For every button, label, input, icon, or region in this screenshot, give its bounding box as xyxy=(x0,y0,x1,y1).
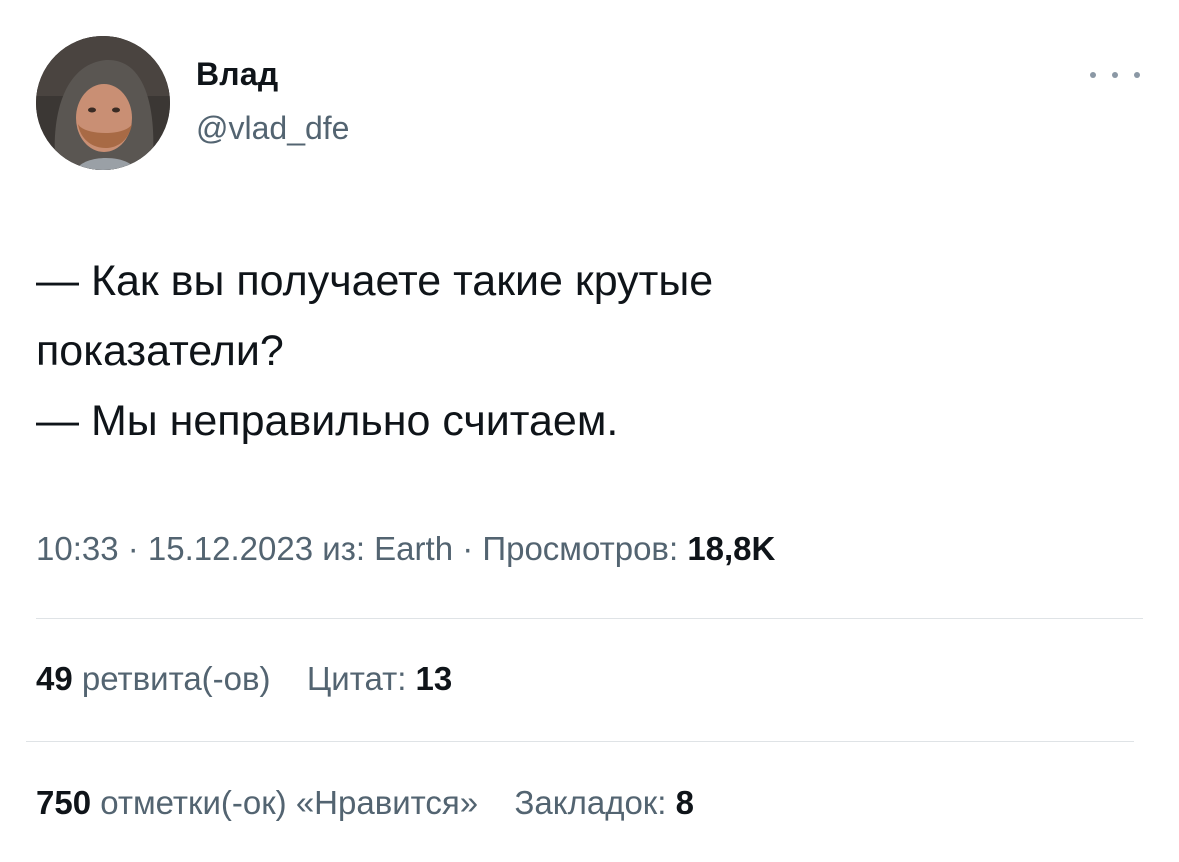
meta-separator: · xyxy=(118,530,148,567)
tweet-text-line: — Мы неправильно считаем. xyxy=(36,397,619,445)
bookmarks-label: Закладок: xyxy=(514,784,676,821)
retweets-count: 49 xyxy=(36,660,73,697)
quotes-count: 13 xyxy=(415,660,453,697)
tweet-date[interactable]: 15.12.2023 xyxy=(148,530,313,567)
views-count: 18,8K xyxy=(687,530,776,567)
source-prefix: из: xyxy=(313,530,375,567)
stats-row-likes: 750 отметки(-ок) «Нравится» Закладок: 8 xyxy=(36,784,694,822)
more-dot-icon xyxy=(1090,72,1096,78)
tweet-meta: 10:33 · 15.12.2023 из: Earth · Просмотро… xyxy=(36,530,775,568)
more-options-button[interactable] xyxy=(1090,60,1140,90)
tweet-text-line: показатели? xyxy=(36,327,284,375)
tweet-source: Earth xyxy=(374,530,454,567)
divider xyxy=(26,741,1134,742)
author-display-name[interactable]: Влад xyxy=(196,56,278,93)
meta-separator: · xyxy=(453,530,483,567)
bookmarks-count: 8 xyxy=(675,784,694,821)
more-dot-icon xyxy=(1134,72,1140,78)
tweet-time[interactable]: 10:33 xyxy=(36,530,119,567)
tweet-card: Влад @vlad_dfe — Как вы получаете такие … xyxy=(0,0,1179,862)
quotes-label: Цитат: xyxy=(306,660,416,697)
avatar[interactable] xyxy=(36,36,170,170)
author-handle[interactable]: @vlad_dfe xyxy=(196,110,349,147)
tweet-text: — Как вы получаете такие крутые показате… xyxy=(36,246,1136,456)
retweets-label: ретвита(-ов) xyxy=(72,660,271,697)
more-dot-icon xyxy=(1112,72,1118,78)
likes-stat[interactable]: 750 отметки(-ок) «Нравится» xyxy=(36,784,478,821)
quotes-stat[interactable]: Цитат: 13 xyxy=(307,660,452,697)
likes-label: отметки(-ок) «Нравится» xyxy=(91,784,479,821)
tweet-text-line: — Как вы получаете такие крутые xyxy=(36,257,714,305)
views-label: Просмотров: xyxy=(482,530,688,567)
divider xyxy=(36,618,1143,619)
bookmarks-stat[interactable]: Закладок: 8 xyxy=(515,784,694,821)
stats-row-retweets: 49 ретвита(-ов) Цитат: 13 xyxy=(36,660,452,698)
retweets-stat[interactable]: 49 ретвита(-ов) xyxy=(36,660,271,697)
likes-count: 750 xyxy=(36,784,92,821)
user-avatar-photo-icon xyxy=(36,36,170,170)
